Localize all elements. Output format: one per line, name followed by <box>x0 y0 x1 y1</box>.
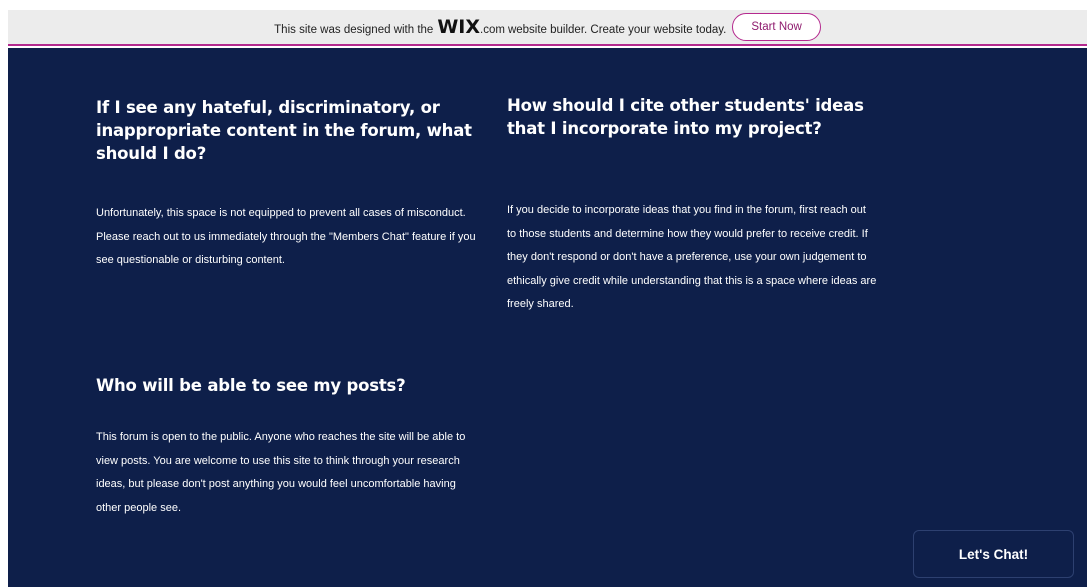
wix-logo: WIX <box>437 15 481 38</box>
faq-item-hateful-content: If I see any hateful, discriminatory, or… <box>96 96 486 273</box>
wix-promo-text-after: website builder. Create your website tod… <box>507 23 727 36</box>
faq-question: Who will be able to see my posts? <box>96 376 406 395</box>
faq-answer: If you decide to incorporate ideas that … <box>507 204 877 310</box>
wix-promo-text-before: This site was designed with the <box>274 23 434 36</box>
wix-promo-banner: This site was designed with the WIX .com… <box>8 10 1087 46</box>
wix-logo-suffix: .com <box>480 23 505 36</box>
faq-question: How should I cite other students' ideas … <box>507 96 864 138</box>
start-now-button[interactable]: Start Now <box>732 13 821 41</box>
wix-promo-message: This site was designed with the WIX .com… <box>274 15 727 38</box>
faq-answer: Unfortunately, this space is not equippe… <box>96 207 476 266</box>
faq-section: If I see any hateful, discriminatory, or… <box>8 48 1087 587</box>
faq-question: If I see any hateful, discriminatory, or… <box>96 98 472 163</box>
faq-item-citing-ideas: How should I cite other students' ideas … <box>507 94 897 317</box>
lets-chat-button[interactable]: Let's Chat! <box>913 530 1074 578</box>
faq-answer: This forum is open to the public. Anyone… <box>96 431 466 514</box>
faq-item-post-visibility: Who will be able to see my posts? This f… <box>96 374 486 520</box>
